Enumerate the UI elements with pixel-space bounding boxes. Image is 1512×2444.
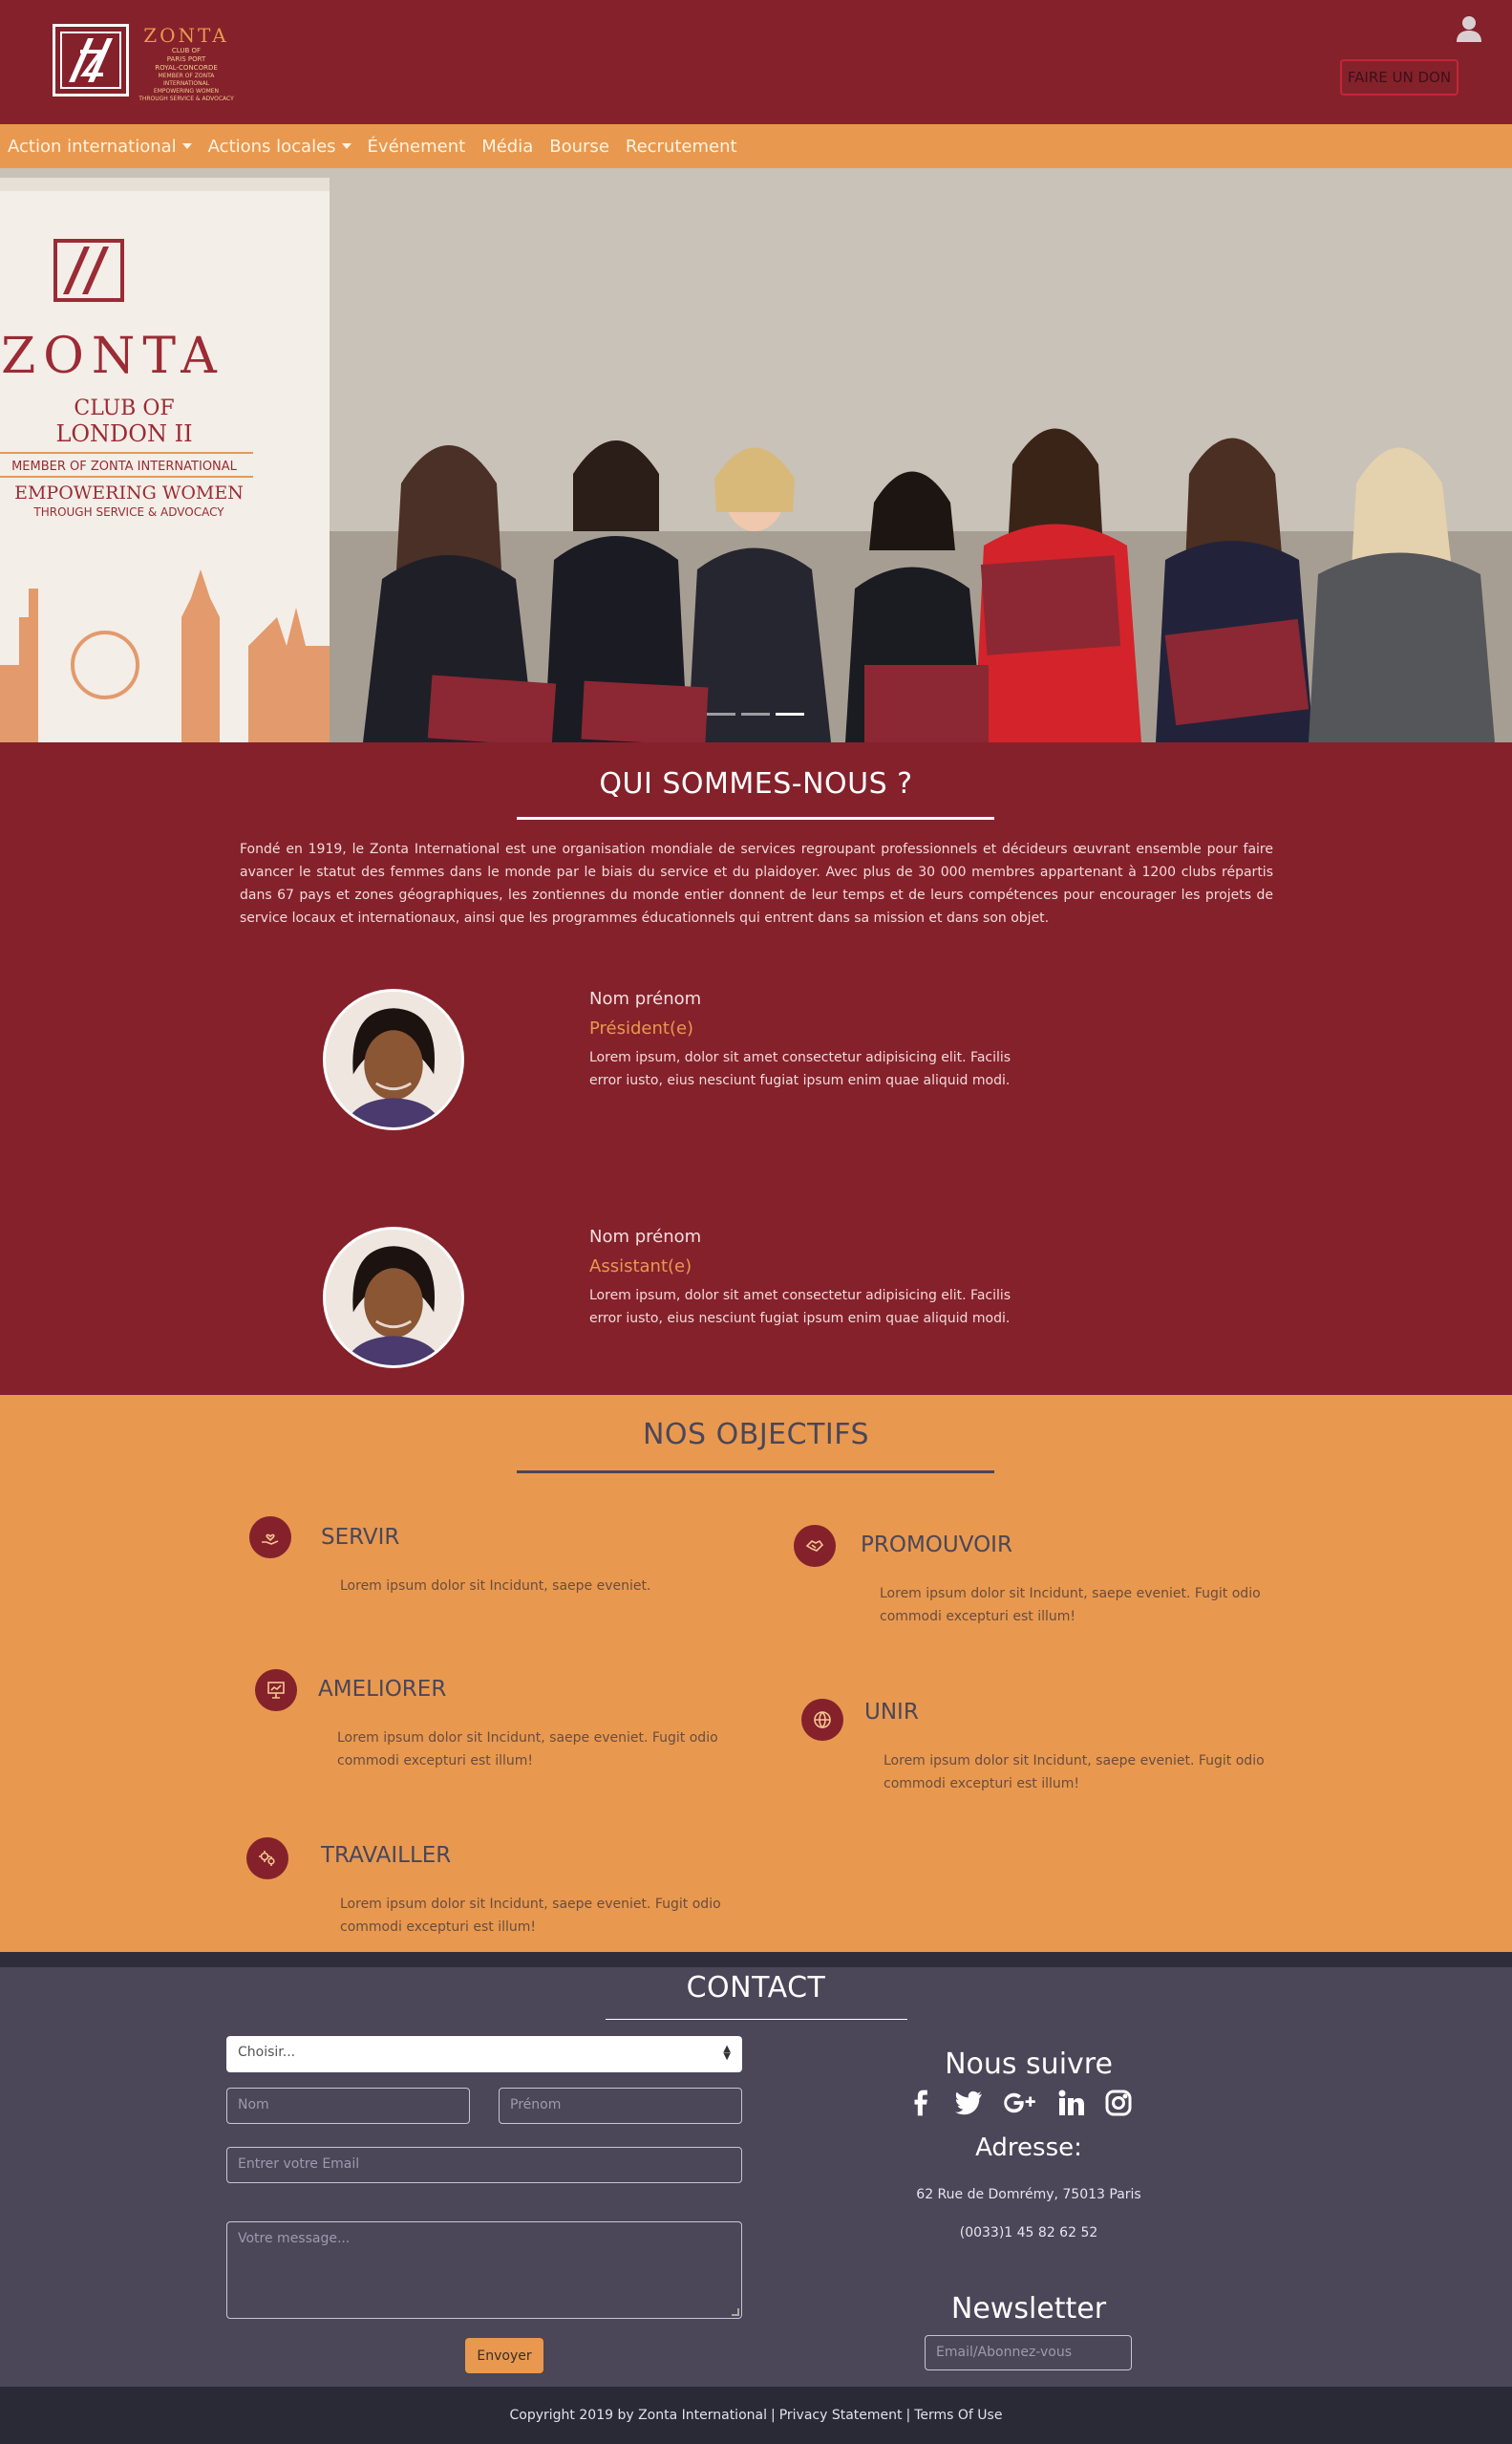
member-description: Lorem ipsum, dolor sit amet consectetur …: [589, 1288, 1012, 1326]
globe-icon: [801, 1699, 843, 1741]
objective-description: Lorem ipsum dolor sit Incidunt, saepe ev…: [884, 1753, 1265, 1791]
member-role: Président(e): [589, 1018, 694, 1039]
site-footer: Copyright 2019 by Zonta International | …: [0, 2387, 1512, 2444]
banner-club: CLUB OF: [74, 397, 174, 420]
nav-item-evenement[interactable]: Événement: [368, 137, 466, 157]
banner-city: LONDON II: [55, 420, 192, 447]
instagram-icon[interactable]: [1104, 2088, 1133, 2118]
resize-grip-icon[interactable]: [732, 2308, 739, 2316]
logo-wordmark: ZONTA CLUB OF PARIS PORT ROYAL-CONCORDE …: [138, 24, 234, 103]
logo-tagline: MEMBER OF ZONTA INTERNATIONAL: [158, 73, 215, 87]
carousel-indicator-active[interactable]: [776, 713, 804, 716]
logo-club-line: CLUB OF: [171, 47, 202, 54]
nav-item-action-international[interactable]: Action international: [8, 137, 192, 157]
hand-heart-icon: [249, 1516, 291, 1558]
prenom-field[interactable]: Prénom: [499, 2088, 742, 2124]
nav-item-label: Actions locales: [207, 136, 336, 157]
title-divider: [517, 1470, 994, 1473]
objectives-title: NOS OBJECTIFS: [642, 1418, 870, 1451]
banner-member: MEMBER OF ZONTA INTERNATIONAL: [11, 460, 238, 474]
handshake-icon: [794, 1525, 836, 1567]
caret-down-icon: [341, 143, 351, 149]
contact-title: CONTACT: [686, 1971, 826, 2005]
address-title: Adresse:: [975, 2133, 1082, 2162]
select-value: Choisir...: [238, 2045, 296, 2060]
zonta-logo[interactable]: ZONTA CLUB OF PARIS PORT ROYAL-CONCORDE …: [53, 24, 234, 103]
subject-select[interactable]: Choisir... ▲ ▼: [226, 2036, 742, 2072]
follow-title: Nous suivre: [945, 2047, 1113, 2081]
terms-link[interactable]: Terms Of Use: [914, 2408, 1002, 2423]
logo-tagline: EMPOWERING WOMEN: [153, 88, 220, 95]
carousel-indicator[interactable]: [707, 713, 735, 716]
carousel-indicators: [707, 713, 804, 716]
hero-photo: ZONTA CLUB OF LONDON II MEMBER OF ZONTA …: [0, 168, 1512, 742]
objective-description: Lorem ipsum dolor sit Incidunt, saepe ev…: [340, 1897, 721, 1935]
message-textarea[interactable]: Votre message...: [226, 2221, 742, 2319]
about-section: QUI SOMMES-NOUS ? Fondé en 1919, le Zont…: [0, 742, 1512, 1395]
nav-item-recrutement[interactable]: Recrutement: [626, 137, 737, 157]
contact-section: CONTACT Choisir... ▲ ▼ Nom Prénom Entrer …: [0, 1952, 1512, 2387]
objective-title: SERVIR: [321, 1525, 400, 1550]
footer-separator: |: [905, 2408, 911, 2423]
social-links: [907, 2088, 1133, 2118]
presentation-icon: [255, 1669, 297, 1711]
nav-item-label: Action international: [8, 136, 177, 157]
logo-club-line: PARIS PORT: [166, 55, 206, 63]
member-role: Assistant(e): [589, 1256, 692, 1276]
nav-item-media[interactable]: Média: [481, 137, 533, 157]
zonta-emblem-icon: [53, 24, 129, 96]
user-icon[interactable]: [1454, 13, 1484, 44]
linkedin-icon[interactable]: [1057, 2088, 1086, 2118]
objective-description: Lorem ipsum dolor sit Incidunt, saepe ev…: [340, 1578, 651, 1594]
banner-empower: EMPOWERING WOMEN: [14, 482, 244, 504]
hero-carousel[interactable]: ZONTA CLUB OF LONDON II MEMBER OF ZONTA …: [0, 168, 1512, 742]
google-plus-icon[interactable]: [1001, 2088, 1039, 2118]
title-divider: [606, 2019, 907, 2020]
send-button[interactable]: Envoyer: [465, 2338, 543, 2373]
nav-item-actions-locales[interactable]: Actions locales: [208, 137, 351, 157]
nav-item-bourse[interactable]: Bourse: [549, 137, 609, 157]
main-nav: Action international Actions locales Évé…: [0, 124, 1512, 168]
copyright-text: Copyright 2019 by Zonta International: [509, 2408, 767, 2423]
footer-separator: |: [770, 2408, 776, 2423]
twitter-icon[interactable]: [954, 2088, 983, 2118]
member-card: Nom prénom Président(e) Lorem ipsum, dol…: [0, 989, 1512, 1132]
member-avatar: [323, 989, 464, 1130]
privacy-link[interactable]: Privacy Statement: [779, 2408, 903, 2423]
banner-brand: ZONTA: [1, 328, 224, 385]
member-card: Nom prénom Assistant(e) Lorem ipsum, dol…: [0, 1227, 1512, 1370]
banner-advocacy: THROUGH SERVICE & ADVOCACY: [32, 505, 224, 519]
message-placeholder: Votre message...: [238, 2231, 351, 2246]
nom-field[interactable]: Nom: [226, 2088, 470, 2124]
caret-down-icon: [181, 143, 192, 149]
objective-description: Lorem ipsum dolor sit Incidunt, saepe ev…: [337, 1730, 718, 1769]
logo-brand: ZONTA: [143, 24, 229, 47]
objective-title: PROMOUVOIR: [861, 1533, 1012, 1557]
member-name: Nom prénom: [589, 989, 702, 1009]
about-title: QUI SOMMES-NOUS ?: [599, 767, 913, 801]
logo-tagline: THROUGH SERVICE & ADVOCACY: [138, 96, 234, 102]
member-description: Lorem ipsum, dolor sit amet consectetur …: [589, 1050, 1012, 1088]
objectives-section: NOS OBJECTIFS SERVIR Lorem ipsum dolor s…: [0, 1395, 1512, 1952]
facebook-icon[interactable]: [907, 2088, 936, 2118]
email-field[interactable]: Entrer votre Email: [226, 2147, 742, 2183]
carousel-indicator[interactable]: [741, 713, 770, 716]
title-divider: [517, 817, 994, 820]
donate-button[interactable]: FAIRE UN DON: [1340, 59, 1459, 96]
member-avatar: [323, 1227, 464, 1368]
select-arrows-icon: ▲ ▼: [723, 2044, 731, 2062]
member-name: Nom prénom: [589, 1227, 702, 1247]
newsletter-title: Newsletter: [950, 2292, 1107, 2326]
objective-title: AMELIORER: [318, 1677, 447, 1702]
objective-description: Lorem ipsum dolor sit Incidunt, saepe ev…: [880, 1586, 1261, 1624]
phone-text: (0033)1 45 82 62 52: [959, 2225, 1098, 2240]
gears-icon: [246, 1837, 288, 1879]
newsletter-input[interactable]: Email/Abonnez-vous: [925, 2335, 1132, 2370]
site-header: ZONTA CLUB OF PARIS PORT ROYAL-CONCORDE …: [0, 0, 1512, 124]
objective-title: UNIR: [864, 1700, 919, 1725]
about-text: Fondé en 1919, le Zonta International es…: [240, 842, 1273, 926]
objective-title: TRAVAILLER: [321, 1843, 452, 1868]
address-text: 62 Rue de Domrémy, 75013 Paris: [916, 2187, 1141, 2202]
logo-club-line: ROYAL-CONCORDE: [155, 64, 218, 72]
